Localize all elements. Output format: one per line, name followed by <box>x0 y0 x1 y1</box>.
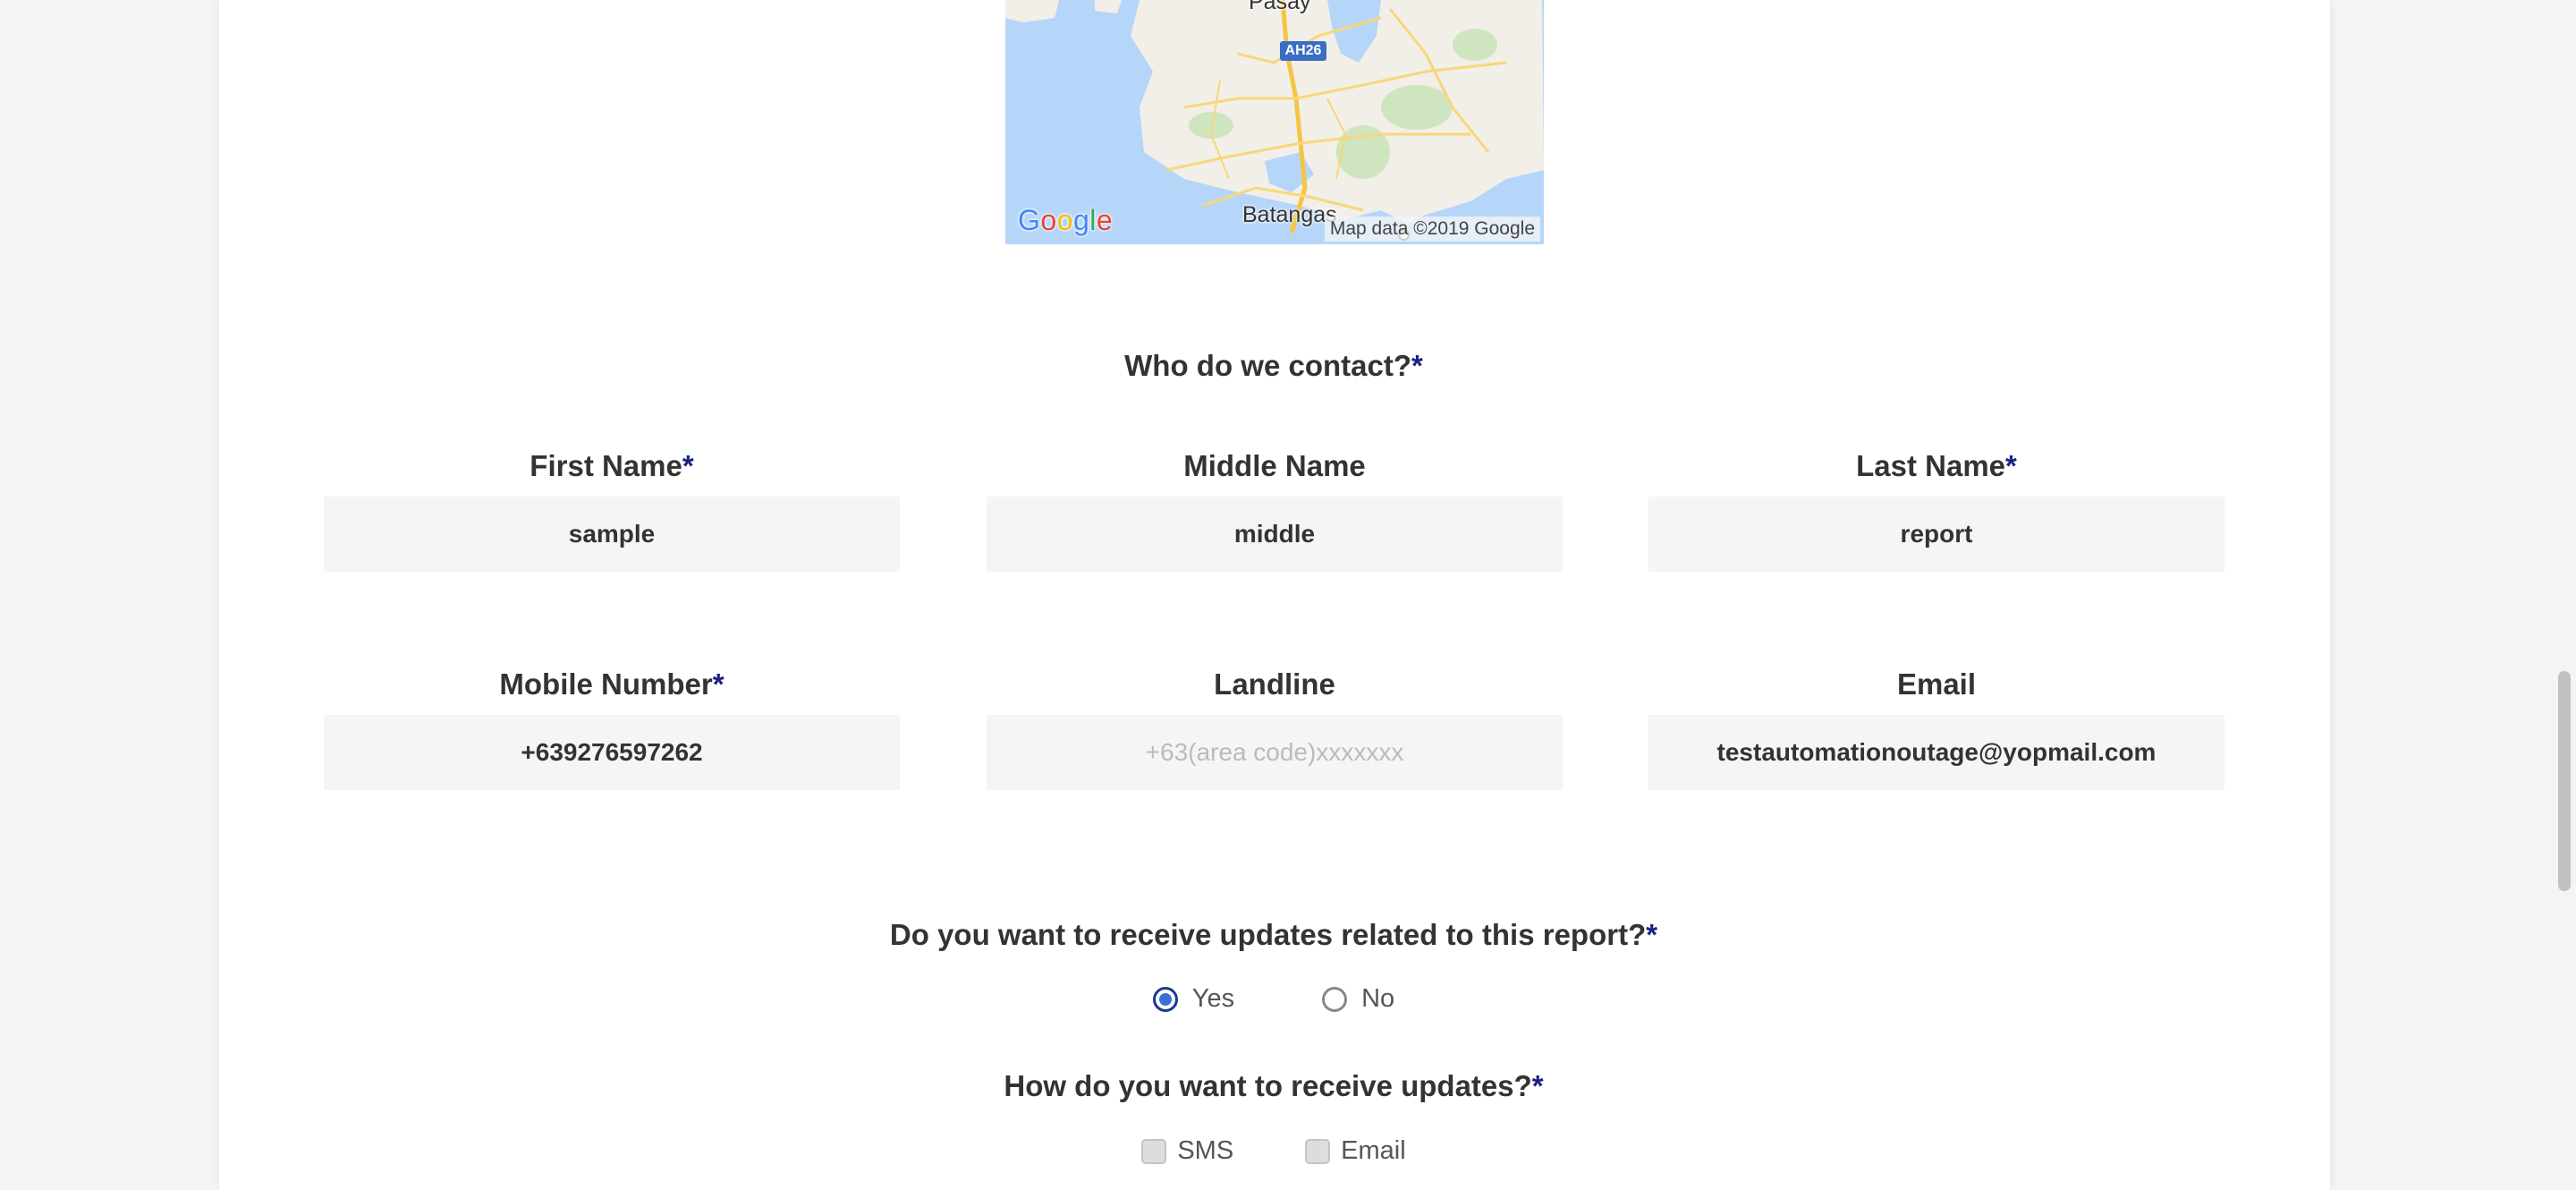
landline-label: Landline <box>987 667 1563 701</box>
route-shield: AH26 <box>1280 41 1326 61</box>
first-name-input[interactable] <box>324 497 900 572</box>
checkbox-sms[interactable] <box>1141 1138 1167 1164</box>
required-asterisk: * <box>2005 449 2017 482</box>
email-input[interactable] <box>1648 715 2224 790</box>
radio-yes[interactable] <box>1152 986 1178 1012</box>
required-asterisk: * <box>1531 1069 1544 1102</box>
checkbox-email[interactable] <box>1305 1138 1331 1164</box>
updates-method-text: How do you want to receive updates? <box>1004 1069 1532 1102</box>
scrollbar-thumb[interactable] <box>2558 671 2571 891</box>
checkbox-option-sms[interactable]: SMS <box>1141 1136 1233 1166</box>
checkbox-sms-label: SMS <box>1177 1136 1234 1165</box>
updates-question-heading: Do you want to receive updates related t… <box>0 918 2576 952</box>
mobile-number-input[interactable] <box>324 715 900 790</box>
required-asterisk: * <box>1646 918 1658 951</box>
google-logo[interactable]: Google <box>1018 204 1113 237</box>
required-asterisk: * <box>682 449 694 482</box>
contact-heading-text: Who do we contact? <box>1124 349 1411 382</box>
radio-yes-label: Yes <box>1191 984 1235 1013</box>
email-label-text: Email <box>1896 667 1977 701</box>
landline-label-text: Landline <box>1214 667 1335 701</box>
mobile-number-label-text: Mobile Number <box>499 667 713 701</box>
radio-no-label: No <box>1361 984 1395 1013</box>
updates-method-checkbox-group: SMS Email <box>0 1136 2547 1166</box>
last-name-input[interactable] <box>1648 497 2224 572</box>
map-attribution[interactable]: Map data ©2019 Google <box>1324 217 1540 242</box>
first-name-label: First Name* <box>324 449 900 483</box>
middle-name-input[interactable] <box>987 497 1563 572</box>
updates-radio-group: Yes No <box>0 984 2547 1014</box>
first-name-label-text: First Name <box>530 449 682 482</box>
map-label-city-top: Pasay <box>1249 0 1311 14</box>
required-asterisk: * <box>712 667 724 701</box>
radio-no[interactable] <box>1322 986 1348 1012</box>
contact-heading: Who do we contact?* <box>0 349 2576 383</box>
page-scrollbar[interactable] <box>2549 0 2576 1190</box>
email-label: Email <box>1648 667 2224 701</box>
landline-input[interactable] <box>987 715 1563 790</box>
mobile-number-label: Mobile Number* <box>324 667 900 701</box>
updates-method-heading: How do you want to receive updates?* <box>0 1069 2576 1103</box>
checkbox-option-email[interactable]: Email <box>1305 1136 1406 1166</box>
radio-option-yes[interactable]: Yes <box>1152 984 1235 1014</box>
middle-name-label: Middle Name <box>987 449 1563 483</box>
location-map[interactable]: Pasay AH26 Batangas Google Map data ©201… <box>1005 0 1544 244</box>
last-name-label-text: Last Name <box>1856 449 2006 482</box>
radio-option-no[interactable]: No <box>1322 984 1394 1014</box>
last-name-label: Last Name* <box>1648 449 2224 483</box>
map-label-city-bottom: Batangas <box>1242 202 1337 227</box>
required-asterisk: * <box>1411 349 1423 382</box>
middle-name-label-text: Middle Name <box>1183 449 1366 482</box>
checkbox-email-label: Email <box>1341 1136 1406 1165</box>
updates-question-text: Do you want to receive updates related t… <box>889 918 1647 951</box>
